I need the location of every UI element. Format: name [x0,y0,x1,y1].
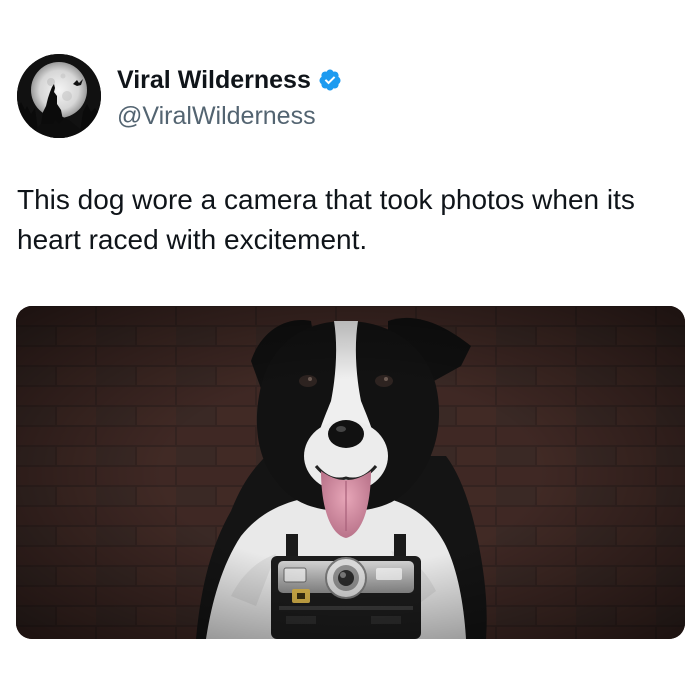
author-avatar[interactable] [17,54,101,138]
author-display-name[interactable]: Viral Wilderness [117,63,311,97]
tweet-post: Viral Wilderness @ViralWilderness This d… [0,0,700,700]
dog-with-camera-photo[interactable] [16,306,685,639]
tweet-text: This dog wore a camera that took photos … [17,184,635,255]
author-handle[interactable]: @ViralWilderness [117,100,316,132]
author-name-row: Viral Wilderness [117,63,342,97]
verified-badge-icon [318,68,342,92]
photo-image [16,306,685,639]
howling-wolf-moon-avatar-icon [17,54,101,138]
